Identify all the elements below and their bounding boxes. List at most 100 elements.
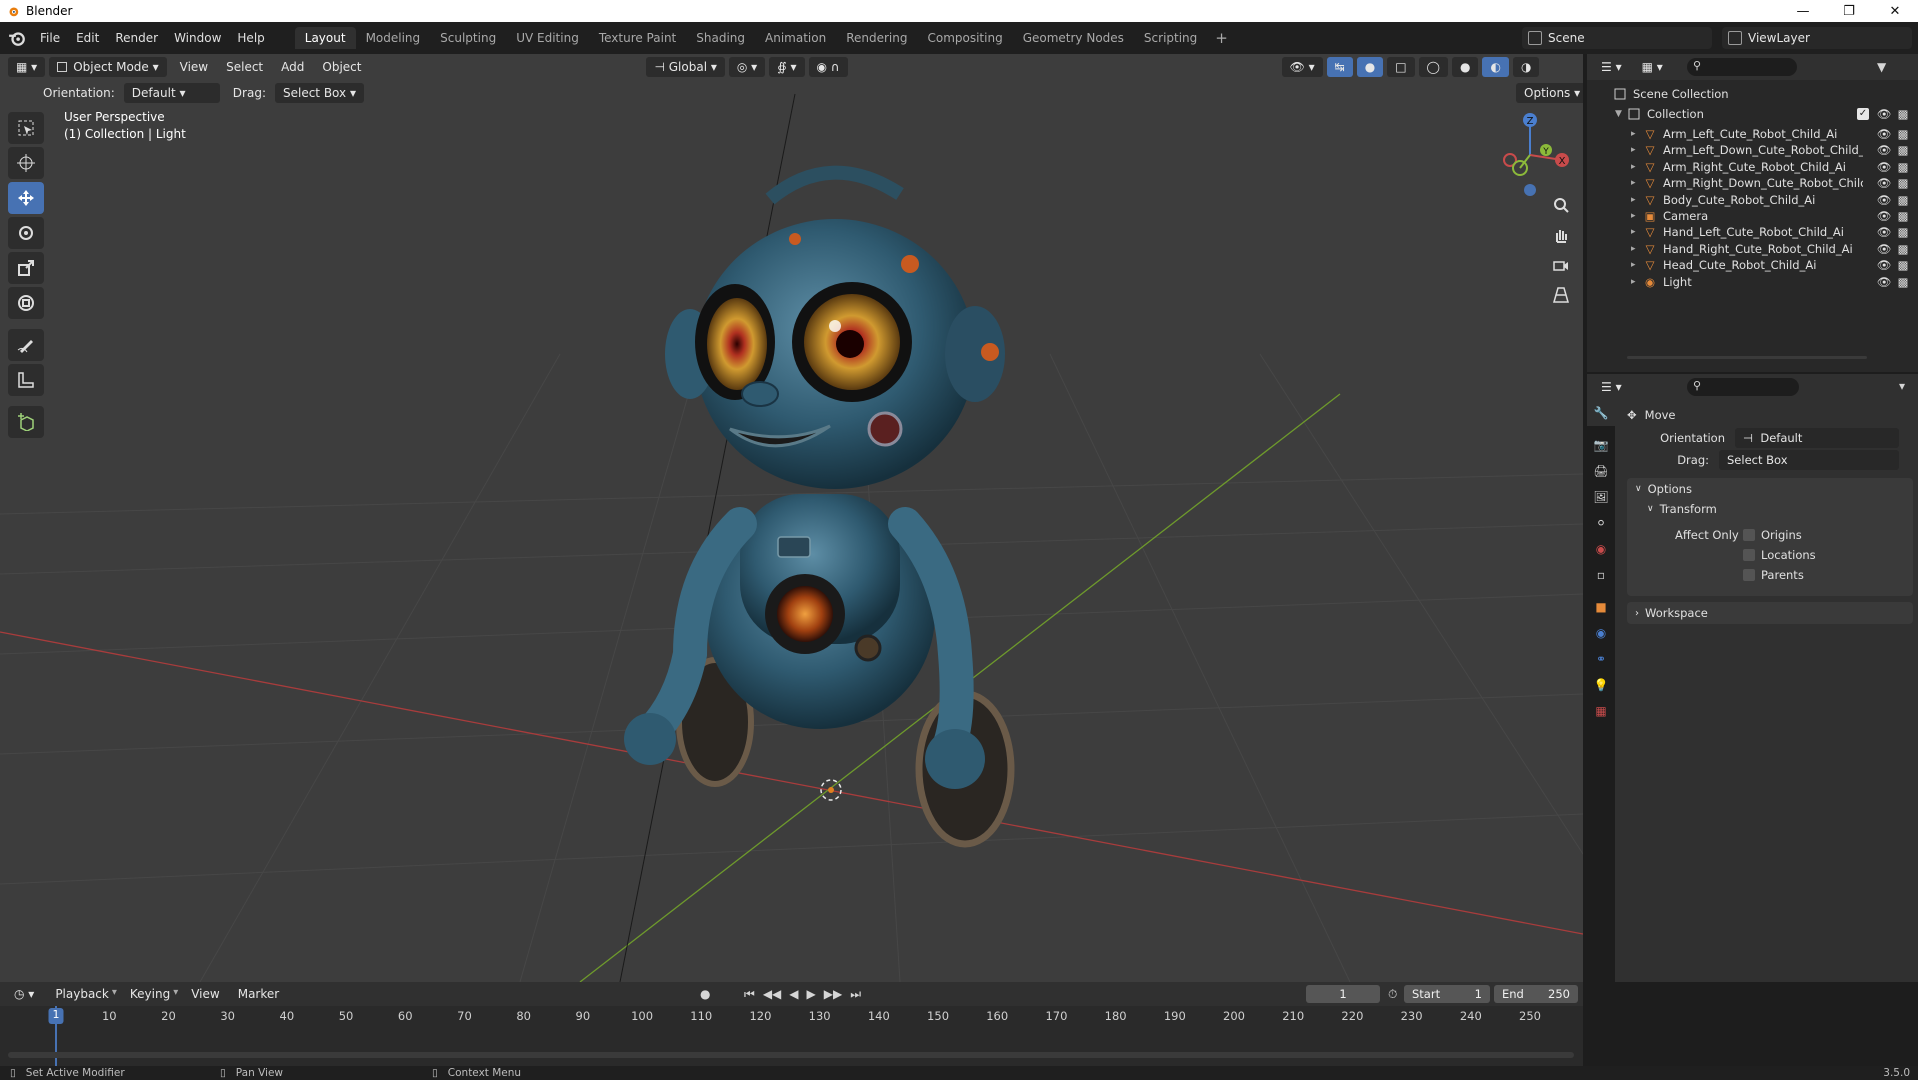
render-camera-icon[interactable]: ▩ xyxy=(1896,242,1910,256)
expand-icon[interactable]: ▸ xyxy=(1631,129,1643,139)
record-icon[interactable]: ● xyxy=(700,987,710,1001)
minimize-button[interactable]: — xyxy=(1780,0,1826,22)
tab-modeling[interactable]: Modeling xyxy=(356,27,431,49)
eye-icon[interactable]: 👁 xyxy=(1877,127,1892,141)
proportional-edit-button[interactable]: ◉ ∩ xyxy=(808,57,848,77)
shading-wireframe-button[interactable]: ◯ xyxy=(1418,57,1448,77)
physics-tab-icon[interactable]: ◉ xyxy=(1587,620,1615,646)
timeline-menu-playback[interactable]: Playback xyxy=(46,987,118,1001)
3d-viewport[interactable]: ▦ ▾ Object Mode ▾ View Select Add Object ⊣ … xyxy=(0,54,1583,982)
snap-button[interactable]: ∯ ▾ xyxy=(769,57,805,77)
eye-icon[interactable]: 👁 xyxy=(1877,258,1892,272)
expand-icon[interactable]: ▸ xyxy=(1631,227,1643,237)
display-mode-button[interactable]: ▦ ▾ xyxy=(1633,57,1671,77)
jump-start-icon[interactable]: ⏮ xyxy=(744,987,755,1002)
scene-collection-row[interactable]: Scene Collection xyxy=(1587,84,1918,104)
outliner-editor-type[interactable]: ☰ ▾ xyxy=(1593,57,1630,77)
pan-hand-icon[interactable] xyxy=(1548,222,1574,248)
expand-icon[interactable]: ▸ xyxy=(1631,162,1643,172)
render-camera-icon[interactable]: ▩ xyxy=(1896,107,1910,121)
outliner-scrollbar[interactable] xyxy=(1627,356,1867,359)
eye-icon[interactable]: 👁 xyxy=(1877,209,1892,223)
jump-end-icon[interactable]: ⏭ xyxy=(850,987,861,1002)
blender-menu-icon[interactable] xyxy=(8,29,26,47)
orientation-row-dropdown[interactable]: ⊣ Default xyxy=(1735,428,1899,448)
collection-exclude-checkbox[interactable]: ✓ xyxy=(1857,108,1869,120)
shading-rendered-button[interactable]: ◑ xyxy=(1512,57,1540,77)
expand-icon[interactable]: ▸ xyxy=(1631,244,1643,254)
expand-icon[interactable]: ▸ xyxy=(1631,260,1643,270)
render-camera-icon[interactable]: ▩ xyxy=(1896,275,1910,289)
view-layer-selector[interactable]: ViewLayer xyxy=(1722,27,1912,49)
move-tool[interactable] xyxy=(8,182,44,214)
collection-tab-icon[interactable]: ▫ xyxy=(1587,562,1615,588)
stopwatch-icon[interactable]: ⏱ xyxy=(1388,987,1397,1002)
timeline-ruler[interactable]: 1 10 20 30 40 50 60 70 80 90 100 110 120 130 140 150 16… xyxy=(0,1006,1583,1066)
robot-model[interactable] xyxy=(624,165,1015,848)
tab-texture-paint[interactable]: Texture Paint xyxy=(589,27,686,49)
viewport-menu-object[interactable]: Object xyxy=(313,60,370,74)
menu-render[interactable]: Render xyxy=(107,31,166,45)
properties-search-input[interactable]: ⚲ xyxy=(1687,378,1799,396)
tab-uv-editing[interactable]: UV Editing xyxy=(506,27,589,49)
parents-checkbox[interactable]: Parents xyxy=(1743,568,1804,582)
expand-icon[interactable]: ▸ xyxy=(1631,178,1643,188)
expand-icon[interactable]: ▸ xyxy=(1631,145,1643,155)
perspective-toggle-icon[interactable] xyxy=(1548,282,1574,308)
gizmo-toggle-button[interactable]: ↹ xyxy=(1326,57,1353,77)
add-workspace-button[interactable]: + xyxy=(1207,29,1236,47)
texture-tab-icon[interactable]: ▦ xyxy=(1587,698,1615,724)
collection-row[interactable]: ▼ Collection ✓ 👁 ▩ xyxy=(1587,104,1918,124)
editor-type-button[interactable]: ▦ ▾ xyxy=(8,57,46,77)
eye-icon[interactable]: 👁 xyxy=(1877,242,1892,256)
viewport-menu-select[interactable]: Select xyxy=(217,60,272,74)
menu-file[interactable]: File xyxy=(32,31,68,45)
camera-view-icon[interactable] xyxy=(1548,252,1574,278)
pivot-point-button[interactable]: ◎ ▾ xyxy=(728,57,766,77)
eye-icon[interactable]: 👁 xyxy=(1877,275,1892,289)
render-camera-icon[interactable]: ▩ xyxy=(1896,258,1910,272)
render-camera-icon[interactable]: ▩ xyxy=(1896,209,1910,223)
tab-compositing[interactable]: Compositing xyxy=(917,27,1012,49)
next-keyframe-icon[interactable]: ▶▶ xyxy=(824,987,842,1002)
expand-icon[interactable]: ▸ xyxy=(1631,195,1643,205)
workspace-panel[interactable]: › Workspace xyxy=(1627,602,1913,624)
menu-help[interactable]: Help xyxy=(229,31,272,45)
transform-tool[interactable] xyxy=(8,287,44,319)
eye-icon[interactable]: 👁 xyxy=(1877,176,1892,190)
transform-subpanel-header[interactable]: ∨ Transform xyxy=(1647,502,1717,516)
expand-icon[interactable]: ▸ xyxy=(1631,211,1643,221)
timeline-menu-view[interactable]: View xyxy=(182,987,228,1001)
drag-dropdown[interactable]: Select Box ▾ xyxy=(274,83,364,103)
tab-animation[interactable]: Animation xyxy=(755,27,836,49)
menu-edit[interactable]: Edit xyxy=(68,31,107,45)
constraints-tab-icon[interactable]: ⚭ xyxy=(1587,646,1615,672)
end-frame-field[interactable]: End 250 xyxy=(1494,985,1578,1003)
timeline-menu-marker[interactable]: Marker xyxy=(229,987,288,1001)
timeline-menu-keying[interactable]: Keying xyxy=(121,987,179,1001)
tab-geometry-nodes[interactable]: Geometry Nodes xyxy=(1013,27,1134,49)
output-tab-icon[interactable]: 🖨 xyxy=(1587,458,1615,484)
overlay-toggle-button[interactable]: ● xyxy=(1356,57,1384,77)
current-frame-field[interactable]: 1 xyxy=(1306,985,1380,1003)
orientation-dropdown[interactable]: Default ▾ xyxy=(123,83,220,103)
render-camera-icon[interactable]: ▩ xyxy=(1896,127,1910,141)
mode-selector[interactable]: Object Mode ▾ xyxy=(49,57,167,77)
rotate-tool[interactable] xyxy=(8,217,44,249)
render-camera-icon[interactable]: ▩ xyxy=(1896,193,1910,207)
tab-layout[interactable]: Layout xyxy=(294,27,356,49)
eye-icon[interactable]: 👁 xyxy=(1877,107,1892,121)
xray-button[interactable]: □ xyxy=(1387,57,1415,77)
scene-tab-icon[interactable]: ⚪ xyxy=(1587,510,1615,536)
select-box-tool[interactable] xyxy=(8,112,44,144)
drag-row-dropdown[interactable]: Select Box xyxy=(1719,450,1899,470)
zoom-icon[interactable] xyxy=(1548,192,1574,218)
eye-icon[interactable]: 👁 xyxy=(1877,160,1892,174)
add-cube-tool[interactable] xyxy=(8,406,44,438)
cursor-tool[interactable] xyxy=(8,147,44,179)
navigation-gizmo[interactable]: Z X Y xyxy=(1490,110,1570,200)
prev-keyframe-icon[interactable]: ◀◀ xyxy=(763,987,781,1002)
scene-selector[interactable]: Scene xyxy=(1522,27,1712,49)
timeline-editor-type[interactable]: ◷ ▾ xyxy=(6,984,43,1004)
transform-orientation-dropdown[interactable]: ⊣ Global ▾ xyxy=(646,57,725,77)
